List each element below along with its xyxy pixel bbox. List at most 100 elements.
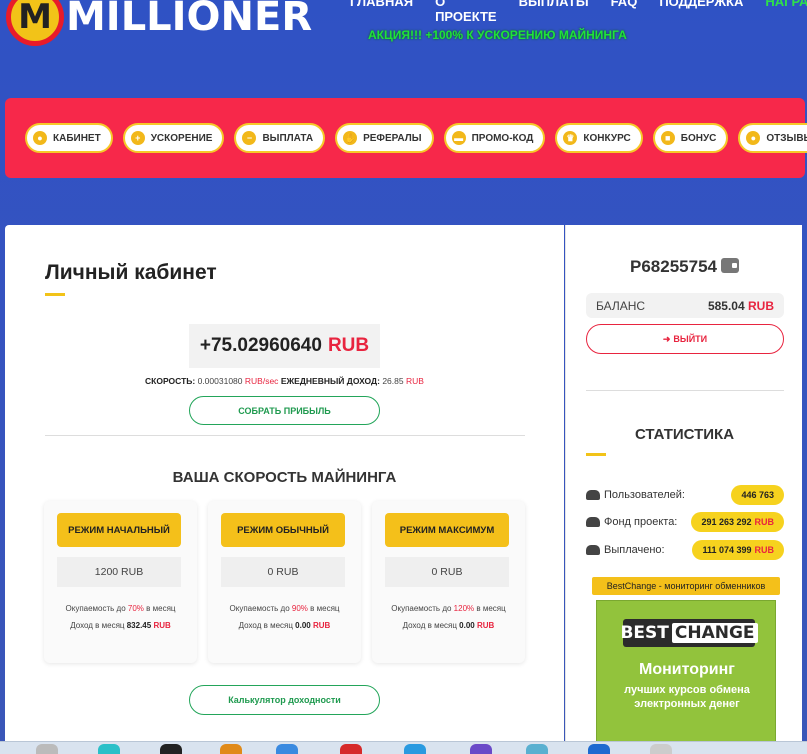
daily-label: ЕЖЕДНЕВНЫЙ ДОХОД:: [280, 376, 380, 386]
bestchange-banner[interactable]: BEST CHANGE Мониторинг лучших курсов обме…: [596, 600, 776, 754]
stat-label: Пользователей:: [604, 489, 685, 501]
stat-paid: Выплачено: 111 074 399 RUB: [586, 540, 786, 560]
app-icon[interactable]: [650, 744, 672, 754]
promo-banner[interactable]: АКЦИЯ!!! +100% К УСКОРЕНИЮ МАЙНИНГА: [368, 28, 627, 42]
ticket-icon: ▬: [451, 131, 466, 145]
daily-value: 26.85: [382, 376, 404, 386]
menu-label: ОТЗЫВЫ: [766, 132, 807, 144]
minus-icon: −: [242, 131, 257, 145]
app-icon[interactable]: [470, 744, 492, 754]
mode-income: Доход в месяц 0.00 RUB: [238, 621, 331, 630]
app-icon[interactable]: [276, 744, 298, 754]
stat-label: Выплачено:: [604, 544, 665, 556]
speed-unit: RUB/sec: [244, 376, 279, 386]
page-title: Личный кабинет: [45, 261, 217, 284]
balance-amount: 585.04 RUB: [707, 298, 774, 313]
os-taskbar: [0, 741, 807, 754]
mode-price: 0 RUB: [385, 557, 509, 587]
mode-income: Доход в месяц 832.45 RUB: [70, 621, 171, 630]
stat-label: Фонд проекта:: [604, 516, 678, 528]
menu-item-payout[interactable]: − ВЫПЛАТА: [234, 123, 326, 153]
menu-label: БОНУС: [680, 132, 717, 144]
speed-line: СКОРОСТЬ: 0.00031080 RUB/sec ЕЖЕДНЕВНЫЙ …: [5, 376, 564, 386]
calculator-button[interactable]: Калькулятор доходности: [189, 685, 380, 715]
menu-label: КАБИНЕТ: [53, 132, 101, 144]
main-menu: ● КАБИНЕТ + УСКОРЕНИЕ − ВЫПЛАТА ✋ РЕФЕРАЛЫ ▬…: [5, 98, 807, 178]
speed-label: СКОРОСТЬ:: [145, 376, 196, 386]
bestchange-headline: Мониторинг: [639, 661, 735, 678]
bestchange-label[interactable]: BestChange - мониторинг обменников: [592, 577, 780, 595]
stats-underline: [586, 453, 606, 456]
mined-amount: +75.02960640 RUB: [189, 324, 380, 368]
nav-support[interactable]: ПОДДЕРЖКА: [659, 0, 743, 24]
menu-item-promo[interactable]: ▬ ПРОМО-КОД: [443, 123, 546, 153]
balance-row: БАЛАНС 585.04 RUB: [586, 293, 784, 318]
users-icon: [586, 490, 600, 500]
menu-label: РЕФЕРАЛЫ: [363, 132, 422, 144]
cloud-icon: [586, 517, 600, 527]
trophy-icon: ♛: [563, 131, 578, 145]
mode-roi: Окупаемость до 70% в месяц: [65, 604, 176, 613]
balance-label: БАЛАНС: [596, 298, 646, 313]
stat-value: 446 763: [731, 485, 784, 505]
app-icon[interactable]: [340, 744, 362, 754]
menu-item-reviews[interactable]: ● ОТЗЫВЫ: [738, 123, 807, 153]
cabinet-panel: Личный кабинет +75.02960640 RUB СКОРОСТЬ…: [5, 225, 564, 754]
app-icon[interactable]: [526, 744, 548, 754]
menu-label: ПРОМО-КОД: [471, 132, 534, 144]
collect-profit-button[interactable]: СОБРАТЬ ПРИБЫЛЬ: [189, 396, 380, 425]
nav-payouts[interactable]: ВЫПЛАТЫ: [519, 0, 589, 24]
comments-icon: ●: [746, 131, 761, 145]
logout-label: ВЫЙТИ: [673, 334, 708, 344]
mode-normal-button[interactable]: РЕЖИМ ОБЫЧНЫЙ: [221, 513, 345, 547]
app-icon[interactable]: [36, 744, 58, 754]
mode-price: 0 RUB: [221, 557, 345, 587]
app-icon[interactable]: [220, 744, 242, 754]
daily-unit: RUB: [405, 376, 424, 386]
logout-button[interactable]: ➜ ВЫЙТИ: [586, 324, 784, 354]
mode-max-button[interactable]: РЕЖИМ МАКСИМУМ: [385, 513, 509, 547]
account-id: P68255754: [566, 257, 803, 277]
stat-value: 111 074 399 RUB: [692, 540, 784, 560]
site-logo[interactable]: M MILLIONER: [6, 0, 312, 46]
menu-label: ВЫПЛАТА: [262, 132, 314, 144]
mode-card-normal: РЕЖИМ ОБЫЧНЫЙ 0 RUB Окупаемость до 90% в…: [208, 501, 361, 663]
menu-label: КОНКУРС: [583, 132, 631, 144]
mode-income: Доход в месяц 0.00 RUB: [402, 621, 495, 630]
account-sidebar: P68255754 БАЛАНС 585.04 RUB ➜ ВЫЙТИ СТАТ…: [565, 225, 802, 754]
mode-card-starter: РЕЖИМ НАЧАЛЬНЫЙ 1200 RUB Окупаемость до …: [44, 501, 197, 663]
stat-fund: Фонд проекта: 291 263 292 RUB: [586, 512, 786, 532]
menu-item-bonus[interactable]: ■ БОНУС: [652, 123, 729, 153]
app-icon[interactable]: [98, 744, 120, 754]
app-icon[interactable]: [404, 744, 426, 754]
nav-faq[interactable]: FAQ: [611, 0, 638, 24]
menu-item-boost[interactable]: + УСКОРЕНИЕ: [122, 123, 225, 153]
title-underline: [45, 293, 65, 296]
bestchange-logo: BEST CHANGE: [620, 619, 758, 647]
cloud-download-icon: [586, 545, 600, 555]
divider: [586, 390, 784, 391]
nav-home[interactable]: ГЛАВНАЯ: [350, 0, 413, 24]
bestchange-subtext: лучших курсов обмена электронных денег: [624, 684, 750, 710]
mode-starter-button[interactable]: РЕЖИМ НАЧАЛЬНЫЙ: [57, 513, 181, 547]
divider: [45, 435, 525, 436]
sign-out-icon: ➜: [662, 333, 671, 344]
stat-value: 291 263 292 RUB: [691, 512, 784, 532]
menu-item-contest[interactable]: ♛ КОНКУРС: [555, 123, 643, 153]
nav-about[interactable]: О ПРОЕКТЕ: [435, 0, 497, 24]
handshake-icon: ✋: [343, 131, 358, 145]
menu-item-referrals[interactable]: ✋ РЕФЕРАЛЫ: [335, 123, 434, 153]
logo-text: MILLIONER: [66, 0, 313, 40]
mode-card-max: РЕЖИМ МАКСИМУМ 0 RUB Окупаемость до 120%…: [372, 501, 525, 663]
menu-label: УСКОРЕНИЕ: [150, 132, 213, 144]
top-nav: ГЛАВНАЯ О ПРОЕКТЕ ВЫПЛАТЫ FAQ ПОДДЕРЖКА …: [350, 0, 807, 24]
speed-value: 0.00031080: [197, 376, 243, 386]
app-icon[interactable]: [160, 744, 182, 754]
nav-award[interactable]: НАГРАДА: [765, 0, 807, 24]
mined-amount-currency: RUB: [327, 335, 370, 356]
stats-title: СТАТИСТИКА: [634, 426, 735, 443]
mode-roi: Окупаемость до 90% в месяц: [229, 604, 340, 613]
menu-item-cabinet[interactable]: ● КАБИНЕТ: [25, 123, 113, 153]
mined-amount-value: +75.02960640: [199, 335, 322, 356]
app-icon[interactable]: [588, 744, 610, 754]
